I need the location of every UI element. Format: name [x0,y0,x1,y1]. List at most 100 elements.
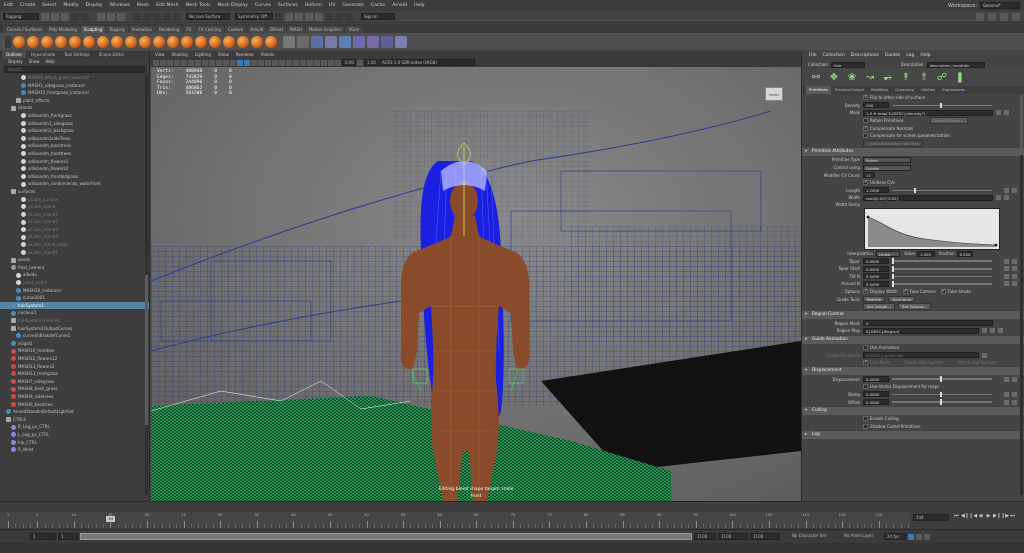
menu-surfaces[interactable]: Surfaces [278,3,298,8]
open-scene-icon[interactable] [51,12,59,21]
live-surface-field[interactable]: No Live Surface [186,13,230,20]
menu-edit[interactable]: Edit [4,3,13,8]
cache-folder-icon[interactable] [982,352,987,358]
face-camera-checkbox[interactable]: ✓ [902,288,908,294]
play-backward-icon[interactable]: ◀ [977,513,984,520]
tilt-map-icon[interactable] [1004,273,1009,279]
menu-modify[interactable]: Modify [63,3,78,8]
outliner-item[interactable]: MASH13_flowers2 [0,363,149,371]
ramp-position-field[interactable]: 0.000 [956,250,973,257]
menu-mesh-display[interactable]: Mesh Display [217,3,248,8]
viewport-menu-show[interactable]: Show [218,51,229,58]
outliner-item[interactable]: sdlisandm1sideTrees [0,135,149,143]
grease-pencil-icon[interactable] [188,59,194,66]
render-settings-icon[interactable] [315,12,323,21]
comp-normals-checkbox[interactable]: ✓ [863,125,868,131]
time-ruler[interactable]: 1 5 10 15 20 25 30 35 40 45 50 55 60 65 70 75 80 85 90 95 10… [0,512,910,528]
control-using-dropdown[interactable]: Guides [863,164,911,171]
render-frame-icon[interactable] [295,12,303,21]
gamma-icon[interactable] [357,59,363,66]
shelf-tab-custom[interactable]: Custom [225,26,247,33]
width-map-icon[interactable] [996,195,1001,201]
menu-display[interactable]: Display [86,3,103,8]
tab-expressions[interactable]: Expressions [939,86,968,94]
symmetry-dropdown[interactable]: Symmetry: Off [235,13,273,20]
shelf-tab-mash[interactable]: MASH [287,26,305,33]
mask-expression-icon[interactable] [1004,110,1009,116]
taper-slider[interactable] [892,258,992,264]
menu-uv[interactable]: UV [329,3,336,8]
density-field[interactable]: 250 [863,102,889,109]
xray-icon[interactable] [314,59,320,66]
displacement-map-icon[interactable] [1004,376,1009,382]
outliner-item[interactable]: hairSystem1OutputCurves [0,325,149,333]
wireframe-icon[interactable] [237,59,243,66]
taper-map-icon[interactable] [1004,258,1009,264]
fill-tool-icon[interactable] [181,35,193,48]
around-slider-handle[interactable] [892,281,894,287]
current-frame-field[interactable]: 144 [913,514,949,521]
unitless-checkbox[interactable]: ✓ [863,180,868,186]
outliner-item[interactable]: xGgal1 [0,340,149,348]
create-map-button[interactable]: Create Secondary Hair Map [863,140,924,147]
step-forward-key-icon[interactable]: ❙▶ [1001,513,1009,520]
xgen-menu-log[interactable]: Log [906,51,914,60]
go-to-start-icon[interactable]: ⏮ [953,513,960,520]
outliner-menu-help[interactable]: Help [46,58,55,65]
motion-blur-icon[interactable] [286,59,292,66]
resolution-gate-icon[interactable] [209,59,215,66]
outliner-item[interactable]: MASH7_sidegrass [0,378,149,386]
enable-culling-checkbox[interactable] [863,416,868,422]
taper-expression-icon[interactable] [1012,258,1017,264]
section-primitive-attributes[interactable]: Primitive Attributes [802,148,1024,157]
tab-utilities[interactable]: Utilities [918,86,938,94]
character-set-icon[interactable] [782,533,788,540]
wax-tool-icon[interactable] [153,35,165,48]
shape-editor-icon[interactable] [353,35,365,48]
displacement-slider[interactable] [892,376,992,383]
comp-screen-checkbox[interactable] [863,133,868,139]
shelf-tab-sculpting[interactable]: Sculpting [80,26,106,33]
viewport-menu-renderer[interactable]: Renderer [236,51,254,58]
outliner-item[interactable]: sdlisandm_backtrees [0,142,149,150]
smooth-tool-icon[interactable] [27,35,39,48]
step-back-frame-icon[interactable]: ❙◀ [969,513,977,520]
menu-set-dropdown[interactable]: Rigging [3,13,39,20]
relax-tool-icon[interactable] [41,35,53,48]
region-mask-field[interactable]: 0 [863,320,993,327]
length-map-icon[interactable] [1004,187,1009,193]
outliner-item[interactable]: hairSystem1Follicles [0,317,149,325]
outliner-item[interactable]: MASH3_effect_grass_waterfall [0,74,149,82]
offset-expression-icon[interactable] [1012,399,1017,405]
anim-layer-icon[interactable] [834,533,840,540]
shelf-tab-fx[interactable]: FX [183,26,195,33]
grab-tool-icon[interactable] [55,35,67,48]
bulge-tool-icon[interactable] [223,35,235,48]
step-forward-frame-icon[interactable]: ▶❙ [993,513,1001,520]
outliner-item[interactable]: B_Leg_pv_CTRL [0,423,149,431]
mirror-target-icon[interactable] [367,35,379,48]
snap-curve-icon[interactable] [143,12,151,21]
go-to-end-icon[interactable]: ⏭ [1009,513,1016,520]
outliner-item[interactable]: curve2001 [0,294,149,302]
smooth-shade-icon[interactable] [244,59,250,66]
width-ramp-graph[interactable] [864,207,1000,250]
xgen-menu-collection[interactable]: Collection [823,51,845,60]
outliner-scrollbar[interactable] [145,75,148,495]
use-all-lights-icon[interactable] [265,59,271,66]
outliner-item[interactable]: R_Wrist [0,446,149,454]
tab-primitives[interactable]: Primitives [806,86,831,94]
outliner-item[interactable]: CTRLS [0,416,149,424]
tilt-expression-icon[interactable] [1012,273,1017,279]
retain-checkbox[interactable] [863,118,868,124]
taper-start-map-icon[interactable] [1004,266,1009,272]
grid-toggle-icon[interactable] [195,59,201,66]
outliner-item[interactable]: islands [0,104,149,112]
outliner-item[interactable]: hairSystem1 [0,301,149,310]
offset-slider[interactable] [892,399,992,405]
outliner-item[interactable]: albedo [0,271,149,279]
viewport-menu-panels[interactable]: Panels [261,51,274,58]
outliner-item[interactable]: sdlisandm1_backgrass [0,127,149,135]
range-bar[interactable] [80,533,692,540]
pinch-tool-icon[interactable] [69,35,81,48]
